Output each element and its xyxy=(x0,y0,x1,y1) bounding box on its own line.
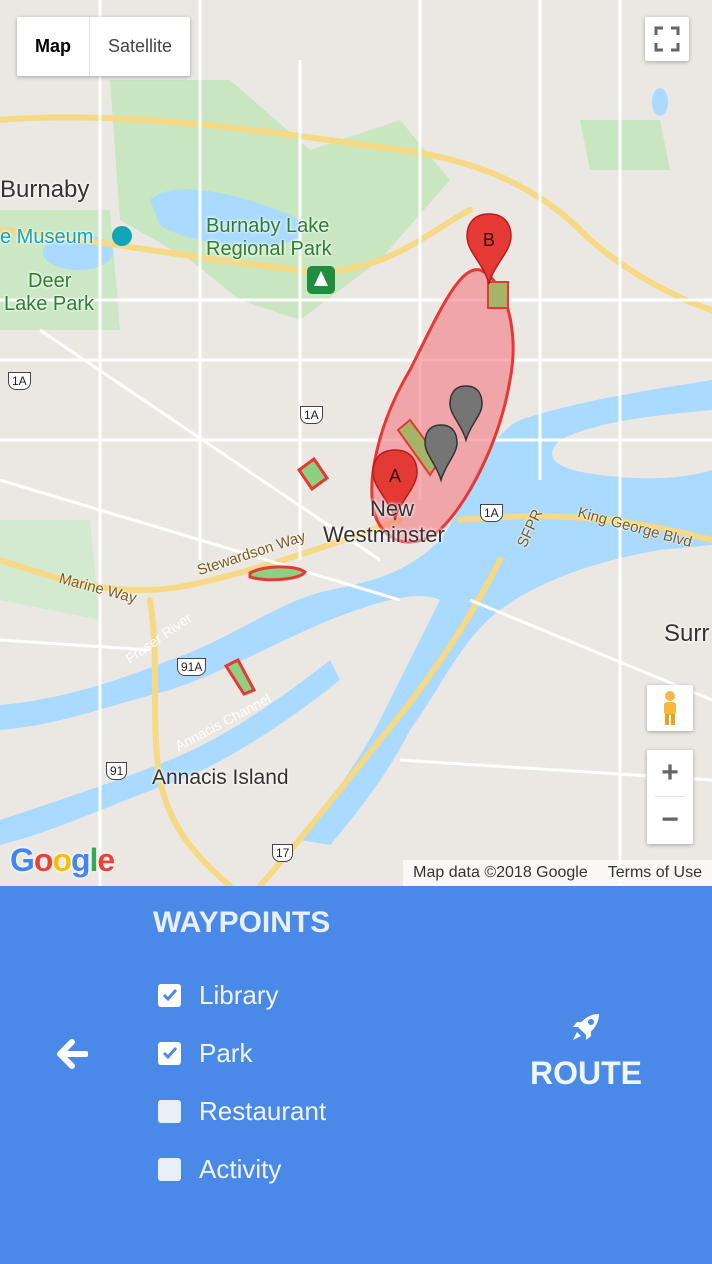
zoom-out-button[interactable]: − xyxy=(647,797,693,843)
marker-a-label: A xyxy=(389,466,401,486)
park-checkbox[interactable] xyxy=(158,1041,181,1065)
place-new-west-2: Westminster xyxy=(323,522,445,547)
waypoint-item-activity[interactable]: Activity xyxy=(158,1140,326,1198)
pegman-icon xyxy=(664,691,676,725)
google-logo: Google xyxy=(10,842,115,878)
fullscreen-button[interactable] xyxy=(645,17,689,61)
activity-checkbox[interactable] xyxy=(158,1157,181,1181)
checkmark-icon xyxy=(162,1047,177,1060)
highway-shield-1a-central: 1A xyxy=(300,406,323,424)
app-root: A B Burnaby e Museum Deer Lake Park Burn… xyxy=(0,0,712,1264)
highway-shield-1a-west: 1A xyxy=(8,372,31,390)
arrow-left-icon xyxy=(57,1039,88,1069)
place-burnaby-lake-1: Burnaby Lake xyxy=(206,215,330,237)
route-button[interactable]: ROUTE xyxy=(526,1010,646,1092)
map-type-map-button[interactable]: Map xyxy=(17,17,89,76)
highway-shield-1a-east: 1A xyxy=(480,504,503,522)
place-surrey: Surr xyxy=(664,620,710,647)
highway-shield-17: 17 xyxy=(272,844,294,862)
map-type-satellite-button[interactable]: Satellite xyxy=(89,17,190,76)
waypoint-label: Restaurant xyxy=(199,1095,327,1126)
library-checkbox[interactable] xyxy=(158,983,181,1007)
waypoint-item-restaurant[interactable]: Restaurant xyxy=(158,1082,326,1140)
waypoints-title: WAYPOINTS xyxy=(153,906,331,939)
waypoint-list: Library Park Restaurant Activity xyxy=(158,966,326,1198)
restaurant-checkbox[interactable] xyxy=(158,1099,181,1123)
place-deer-lake-2: Lake Park xyxy=(4,293,95,315)
zoom-in-button[interactable]: + xyxy=(647,750,693,796)
waypoint-item-park[interactable]: Park xyxy=(158,1024,326,1082)
highway-shield-91: 91 xyxy=(106,762,128,780)
street-view-pegman-button[interactable] xyxy=(647,685,693,731)
place-annacis: Annacis Island xyxy=(152,766,289,789)
waypoint-label: Library xyxy=(199,979,279,1010)
rocket-icon xyxy=(573,1014,599,1040)
waypoint-label: Activity xyxy=(199,1153,282,1184)
map-view[interactable]: A B Burnaby e Museum Deer Lake Park Burn… xyxy=(0,0,712,886)
map-type-control: Map Satellite xyxy=(17,17,191,76)
waypoints-panel: WAYPOINTS Library Park Restaurant Activi… xyxy=(0,886,712,1264)
map-data-text: Map data ©2018 Google xyxy=(413,864,588,881)
waypoint-item-library[interactable]: Library xyxy=(158,966,326,1024)
place-burnaby: Burnaby xyxy=(0,176,90,203)
place-burnaby-lake-2: Regional Park xyxy=(206,238,332,260)
checkmark-icon xyxy=(162,989,177,1002)
place-museum: e Museum xyxy=(0,226,94,248)
map-attribution: Map data ©2018 Google Terms of Use xyxy=(403,860,712,886)
waypoint-label: Park xyxy=(199,1037,253,1068)
route-label: ROUTE xyxy=(530,1055,642,1091)
map-base: A B xyxy=(0,0,712,886)
fullscreen-icon xyxy=(654,26,680,52)
back-button[interactable] xyxy=(52,1034,92,1074)
highway-shield-91a: 91A xyxy=(177,658,207,676)
terms-of-use-link[interactable]: Terms of Use xyxy=(598,864,712,882)
marker-b-label: B xyxy=(483,230,495,250)
place-new-west-1: New xyxy=(370,496,415,521)
place-deer-lake-1: Deer xyxy=(28,270,72,292)
zoom-control: + − xyxy=(647,750,693,844)
